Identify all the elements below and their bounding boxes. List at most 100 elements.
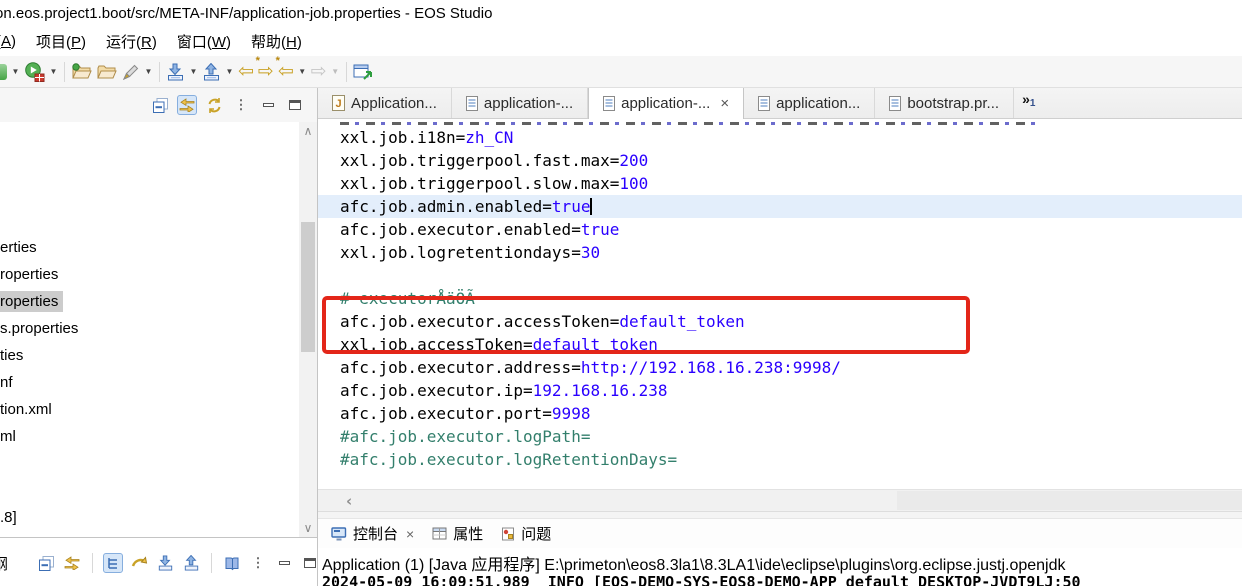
pen-icon[interactable]: [119, 59, 142, 85]
export-tray-icon[interactable]: [181, 553, 201, 573]
code-line-2[interactable]: xxl.job.triggerpool.fast.max=200: [318, 149, 1242, 172]
code-line-6[interactable]: xxl.job.logretentiondays=30: [318, 241, 1242, 264]
tab-label: 问题: [521, 523, 551, 544]
dropdown-icon[interactable]: ▼: [223, 59, 236, 85]
tree-item-selected[interactable]: roperties: [0, 288, 299, 315]
view-menu-icon[interactable]: ⋮: [248, 553, 268, 573]
code-line-12[interactable]: afc.job.executor.ip=192.168.16.238: [318, 379, 1242, 402]
collapse-all-icon[interactable]: [150, 95, 170, 115]
scroll-left-icon[interactable]: ‹: [346, 492, 352, 510]
clipped-toolbar-icon[interactable]: [0, 64, 7, 80]
tree-item[interactable]: .8]: [0, 504, 299, 531]
code-line-1[interactable]: xxl.job.i18n=zh_CN: [318, 126, 1242, 149]
import-icon[interactable]: [164, 59, 187, 85]
code-line-7[interactable]: [318, 264, 1242, 287]
editor-tab-application-java[interactable]: J Application...: [318, 88, 452, 118]
code-line-15[interactable]: #afc.job.executor.logRetentionDays=: [318, 448, 1242, 471]
code-line-5[interactable]: afc.job.executor.enabled=true: [318, 218, 1242, 241]
tree-item-label: .8]: [0, 507, 22, 528]
dropdown-icon[interactable]: ▼: [9, 59, 22, 85]
hscrollbar-thumb[interactable]: [897, 491, 1242, 510]
menu-label: ): [11, 33, 16, 50]
sort-icon[interactable]: [62, 553, 82, 573]
dropdown-icon[interactable]: ▼: [47, 59, 60, 85]
tree-item[interactable]: tion.xml: [0, 396, 299, 423]
menu-item-project[interactable]: 项目(P): [26, 28, 96, 55]
panel-sash[interactable]: [318, 511, 1242, 519]
scroll-up-icon[interactable]: ∧: [299, 125, 317, 137]
open-editor-window-icon[interactable]: [351, 59, 375, 85]
code-line-13[interactable]: afc.job.executor.port=9998: [318, 402, 1242, 425]
editor-tab-bootstrap-properties[interactable]: bootstrap.pr...: [875, 88, 1014, 118]
import-tray-icon[interactable]: [155, 553, 175, 573]
code-line-10[interactable]: xxl.job.accessToken=default_token: [318, 333, 1242, 356]
dropdown-icon[interactable]: ▼: [187, 59, 200, 85]
editor-hscrollbar[interactable]: ‹: [318, 489, 1242, 511]
view-menu-icon[interactable]: ⋮: [231, 95, 251, 115]
explorer-tree: erties roperties roperties s.properties …: [0, 122, 299, 537]
tab-label: 控制台: [353, 523, 398, 544]
tree-item[interactable]: nf: [0, 369, 299, 396]
scrollbar-thumb[interactable]: [301, 222, 315, 352]
export-icon[interactable]: [200, 59, 223, 85]
more-tabs-chevron[interactable]: » 1: [1014, 88, 1035, 118]
collapse-all-icon[interactable]: [36, 553, 56, 573]
editor-tab-application-properties-active[interactable]: application-... ×: [588, 88, 744, 119]
tab-console[interactable]: 控制台 ×: [322, 519, 423, 548]
minimize-icon[interactable]: [258, 95, 278, 115]
tree-item-label: s.properties: [0, 318, 83, 339]
maximize-icon[interactable]: [285, 95, 305, 115]
tab-label: 属性: [453, 523, 483, 544]
tree-mode-icon[interactable]: [103, 553, 123, 573]
forward-annotated-icon[interactable]: ⇨*: [256, 59, 276, 85]
run-icon[interactable]: [22, 59, 47, 85]
explorer-scrollbar[interactable]: ∧ ∨: [299, 122, 317, 537]
menu-item-help[interactable]: 帮助(H): [241, 28, 312, 55]
close-icon[interactable]: ×: [720, 95, 729, 112]
open-folder-new-icon[interactable]: [69, 59, 94, 85]
console-log-line: 2024-05-09 16:09:51.989 INFO [EOS-DEMO-S…: [318, 574, 1242, 586]
minimize-icon[interactable]: [274, 553, 294, 573]
code-line-4[interactable]: afc.job.admin.enabled=true: [318, 195, 1242, 218]
code-line-14[interactable]: #afc.job.executor.logPath=: [318, 425, 1242, 448]
code-line-8[interactable]: # executorÅäÖÃ: [318, 287, 1242, 310]
sync-icon[interactable]: [204, 95, 224, 115]
code-segment-value: default_token: [533, 335, 658, 354]
code-line-3[interactable]: xxl.job.triggerpool.slow.max=100: [318, 172, 1242, 195]
code-segment-key: xxl.job.triggerpool.slow.max=: [340, 174, 619, 193]
tree-item[interactable]: ties: [0, 342, 299, 369]
tree-item[interactable]: s.properties: [0, 315, 299, 342]
forward-disabled-icon[interactable]: ⇨: [309, 59, 329, 85]
close-icon[interactable]: ×: [406, 526, 414, 542]
code-line-11[interactable]: afc.job.executor.address=http://192.168.…: [318, 356, 1242, 379]
tree-item[interactable]: roperties: [0, 261, 299, 288]
tree-item[interactable]: erties: [0, 234, 299, 261]
tab-properties-view[interactable]: 属性: [423, 519, 492, 548]
tree-item-label: tion.xml: [0, 399, 57, 420]
outline-title: 纲: [0, 553, 8, 574]
code-segment-key: afc.job.executor.ip=: [340, 381, 533, 400]
editor-tab-application-properties-1[interactable]: application-...: [452, 88, 588, 118]
menu-item-run[interactable]: 运行(R): [96, 28, 167, 55]
link-with-editor-icon[interactable]: [177, 95, 197, 115]
scroll-down-icon[interactable]: ∨: [299, 522, 317, 534]
open-folder-icon[interactable]: [94, 59, 119, 85]
properties-editor[interactable]: xxl.job.i18n=zh_CNxxl.job.triggerpool.fa…: [318, 119, 1242, 489]
menu-item-window[interactable]: 窗口(W): [167, 28, 241, 55]
book-icon[interactable]: [222, 553, 242, 573]
tree-item-label: ties: [0, 345, 28, 366]
menu-item-a[interactable]: (A): [0, 30, 26, 53]
dropdown-icon[interactable]: ▼: [142, 59, 155, 85]
back-annotated-icon[interactable]: ⇦*: [236, 59, 256, 85]
focus-icon[interactable]: [129, 553, 149, 573]
editor-tab-application-properties-2[interactable]: application...: [744, 88, 875, 118]
code-line-9[interactable]: afc.job.executor.accessToken=default_tok…: [318, 310, 1242, 333]
dropdown-icon[interactable]: ▼: [296, 59, 309, 85]
title-bar: on.eos.project1.boot/src/META-INF/applic…: [0, 0, 1242, 26]
tab-problems[interactable]: 问题: [492, 519, 560, 548]
tree-item[interactable]: ml: [0, 423, 299, 450]
code-segment-value: 100: [619, 174, 648, 193]
code-segment-key: xxl.job.triggerpool.fast.max=: [340, 151, 619, 170]
code-segment-key: afc.job.executor.port=: [340, 404, 552, 423]
tree-item-label: nf: [0, 372, 18, 393]
